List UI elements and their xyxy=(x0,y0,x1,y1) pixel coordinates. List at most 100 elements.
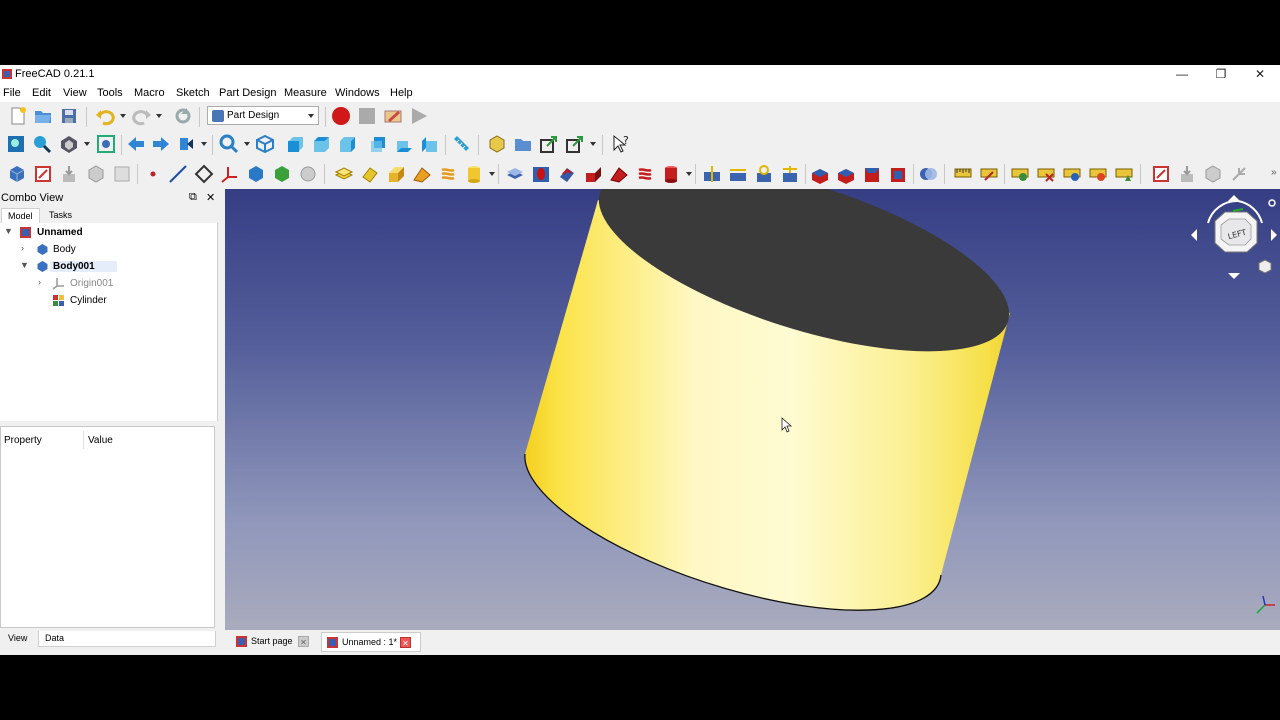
additive-helix-icon[interactable] xyxy=(438,164,458,184)
datum-line-icon[interactable] xyxy=(168,164,188,184)
tree-item-origin001[interactable]: › Origin001 xyxy=(0,275,218,292)
new-sketch-icon[interactable] xyxy=(1151,164,1171,184)
draw-style-dropdown[interactable] xyxy=(83,134,91,154)
measure-linear-icon[interactable] xyxy=(953,164,973,184)
menu-sketch[interactable]: Sketch xyxy=(176,87,210,99)
measure-toggle-3d-icon[interactable] xyxy=(1088,164,1108,184)
navigation-cube[interactable]: LEFT xyxy=(1190,193,1280,288)
tab-unnamed-document[interactable]: Unnamed : 1* ✕ xyxy=(321,632,421,652)
menu-measure[interactable]: Measure xyxy=(284,87,327,99)
value-column-header[interactable]: Value xyxy=(88,435,113,446)
tab-model[interactable]: Model xyxy=(1,208,40,223)
clone-icon[interactable] xyxy=(298,164,318,184)
additive-loft-icon[interactable] xyxy=(386,164,406,184)
fit-selection-icon[interactable] xyxy=(32,134,52,154)
link-actions-dropdown[interactable] xyxy=(589,134,597,154)
leave-sketch-icon[interactable] xyxy=(1177,164,1197,184)
create-sketch-icon[interactable] xyxy=(33,164,53,184)
additive-pipe-icon[interactable] xyxy=(412,164,432,184)
create-body-icon[interactable] xyxy=(7,164,27,184)
std-views-icon[interactable] xyxy=(219,134,239,154)
pad-icon[interactable] xyxy=(334,164,354,184)
create-part-icon[interactable] xyxy=(487,134,507,154)
arrow-down-icon[interactable] xyxy=(1228,273,1240,279)
whats-this-icon[interactable]: ? xyxy=(611,134,631,154)
create-group-icon[interactable] xyxy=(513,134,533,154)
isometric-view-icon[interactable] xyxy=(255,134,275,154)
navcube-menu-icon[interactable] xyxy=(1268,199,1276,207)
draw-style-icon[interactable] xyxy=(59,134,79,154)
arrow-right-icon[interactable] xyxy=(1271,229,1277,241)
multi-transform-icon[interactable] xyxy=(780,164,800,184)
fit-all-icon[interactable] xyxy=(6,134,26,154)
sync-view-dropdown[interactable] xyxy=(200,134,208,154)
arrow-up-icon[interactable] xyxy=(1228,195,1240,201)
menu-part-design[interactable]: Part Design xyxy=(219,87,276,99)
toolbar-overflow-icon[interactable]: » xyxy=(1271,167,1277,178)
groove-icon[interactable] xyxy=(557,164,577,184)
close-panel-button[interactable]: ✕ xyxy=(206,191,215,204)
draft-icon[interactable] xyxy=(862,164,882,184)
linear-pattern-icon[interactable] xyxy=(728,164,748,184)
menu-edit[interactable]: Edit xyxy=(32,87,51,99)
3d-viewport[interactable]: LEFT xyxy=(225,189,1280,630)
subtractive-primitive-icon[interactable] xyxy=(661,164,681,184)
menu-macro[interactable]: Macro xyxy=(134,87,165,99)
redo-icon[interactable] xyxy=(132,106,152,126)
subtractive-pipe-icon[interactable] xyxy=(609,164,629,184)
chamfer-icon[interactable] xyxy=(836,164,856,184)
chevron-right-icon[interactable]: › xyxy=(38,277,41,287)
local-coordinate-system-icon[interactable] xyxy=(220,164,240,184)
measure-distance-icon[interactable] xyxy=(451,134,471,154)
tab-start-page[interactable]: Start page ✕ xyxy=(231,632,315,652)
float-panel-button[interactable]: ⧉ xyxy=(189,191,197,204)
sync-view-icon[interactable] xyxy=(177,134,197,154)
std-views-dropdown[interactable] xyxy=(243,134,251,154)
view-sketch-icon[interactable] xyxy=(112,164,132,184)
save-icon[interactable] xyxy=(59,106,79,126)
menu-windows[interactable]: Windows xyxy=(335,87,380,99)
stop-macro-icon[interactable] xyxy=(357,106,377,126)
close-tab-icon[interactable]: ✕ xyxy=(400,637,411,648)
rear-view-icon[interactable] xyxy=(368,134,388,154)
make-link-icon[interactable] xyxy=(539,134,559,154)
subshape-binder-icon[interactable] xyxy=(272,164,292,184)
tree-item-body001[interactable]: ▼ Body001 xyxy=(0,258,218,275)
scene-canvas[interactable] xyxy=(225,189,1280,630)
link-actions-icon[interactable] xyxy=(565,134,585,154)
sketch-view-section-icon[interactable] xyxy=(1203,164,1223,184)
menu-tools[interactable]: Tools xyxy=(97,87,123,99)
subtractive-helix-icon[interactable] xyxy=(635,164,655,184)
measure-toggle-delta-icon[interactable] xyxy=(1114,164,1134,184)
sketch-constraint-icon[interactable] xyxy=(1229,164,1249,184)
thickness-icon[interactable] xyxy=(888,164,908,184)
execute-macro-icon[interactable] xyxy=(409,106,429,126)
shape-binder-icon[interactable] xyxy=(246,164,266,184)
datum-plane-icon[interactable] xyxy=(194,164,214,184)
menu-help[interactable]: Help xyxy=(390,87,413,99)
undo-icon[interactable] xyxy=(95,106,115,126)
back-arrow-icon[interactable] xyxy=(126,134,146,154)
top-view-icon[interactable] xyxy=(311,134,331,154)
minimize-button[interactable]: — xyxy=(1162,65,1202,84)
property-column-header[interactable]: Property xyxy=(4,435,42,446)
open-folder-icon[interactable] xyxy=(33,106,53,126)
chevron-right-icon[interactable]: › xyxy=(21,243,24,253)
measure-toggle-all-icon[interactable] xyxy=(1062,164,1082,184)
pocket-icon[interactable] xyxy=(505,164,525,184)
tab-tasks[interactable]: Tasks xyxy=(43,208,78,223)
right-view-icon[interactable] xyxy=(337,134,357,154)
datum-point-icon[interactable] xyxy=(143,164,163,184)
subtractive-loft-icon[interactable] xyxy=(583,164,603,184)
tree-item-cylinder[interactable]: Cylinder xyxy=(0,292,218,309)
maximize-button[interactable]: ❐ xyxy=(1201,65,1241,84)
undo-dropdown[interactable] xyxy=(119,106,127,126)
tab-data[interactable]: Data xyxy=(38,631,216,647)
column-divider[interactable] xyxy=(83,431,84,449)
close-tab-icon[interactable]: ✕ xyxy=(298,636,309,647)
map-sketch-icon[interactable] xyxy=(86,164,106,184)
measure-angular-icon[interactable] xyxy=(979,164,999,184)
tree-item-body[interactable]: › Body xyxy=(0,241,218,258)
additive-primitive-dropdown[interactable] xyxy=(488,164,496,184)
tree-item-unnamed[interactable]: ▼ Unnamed xyxy=(0,224,218,241)
